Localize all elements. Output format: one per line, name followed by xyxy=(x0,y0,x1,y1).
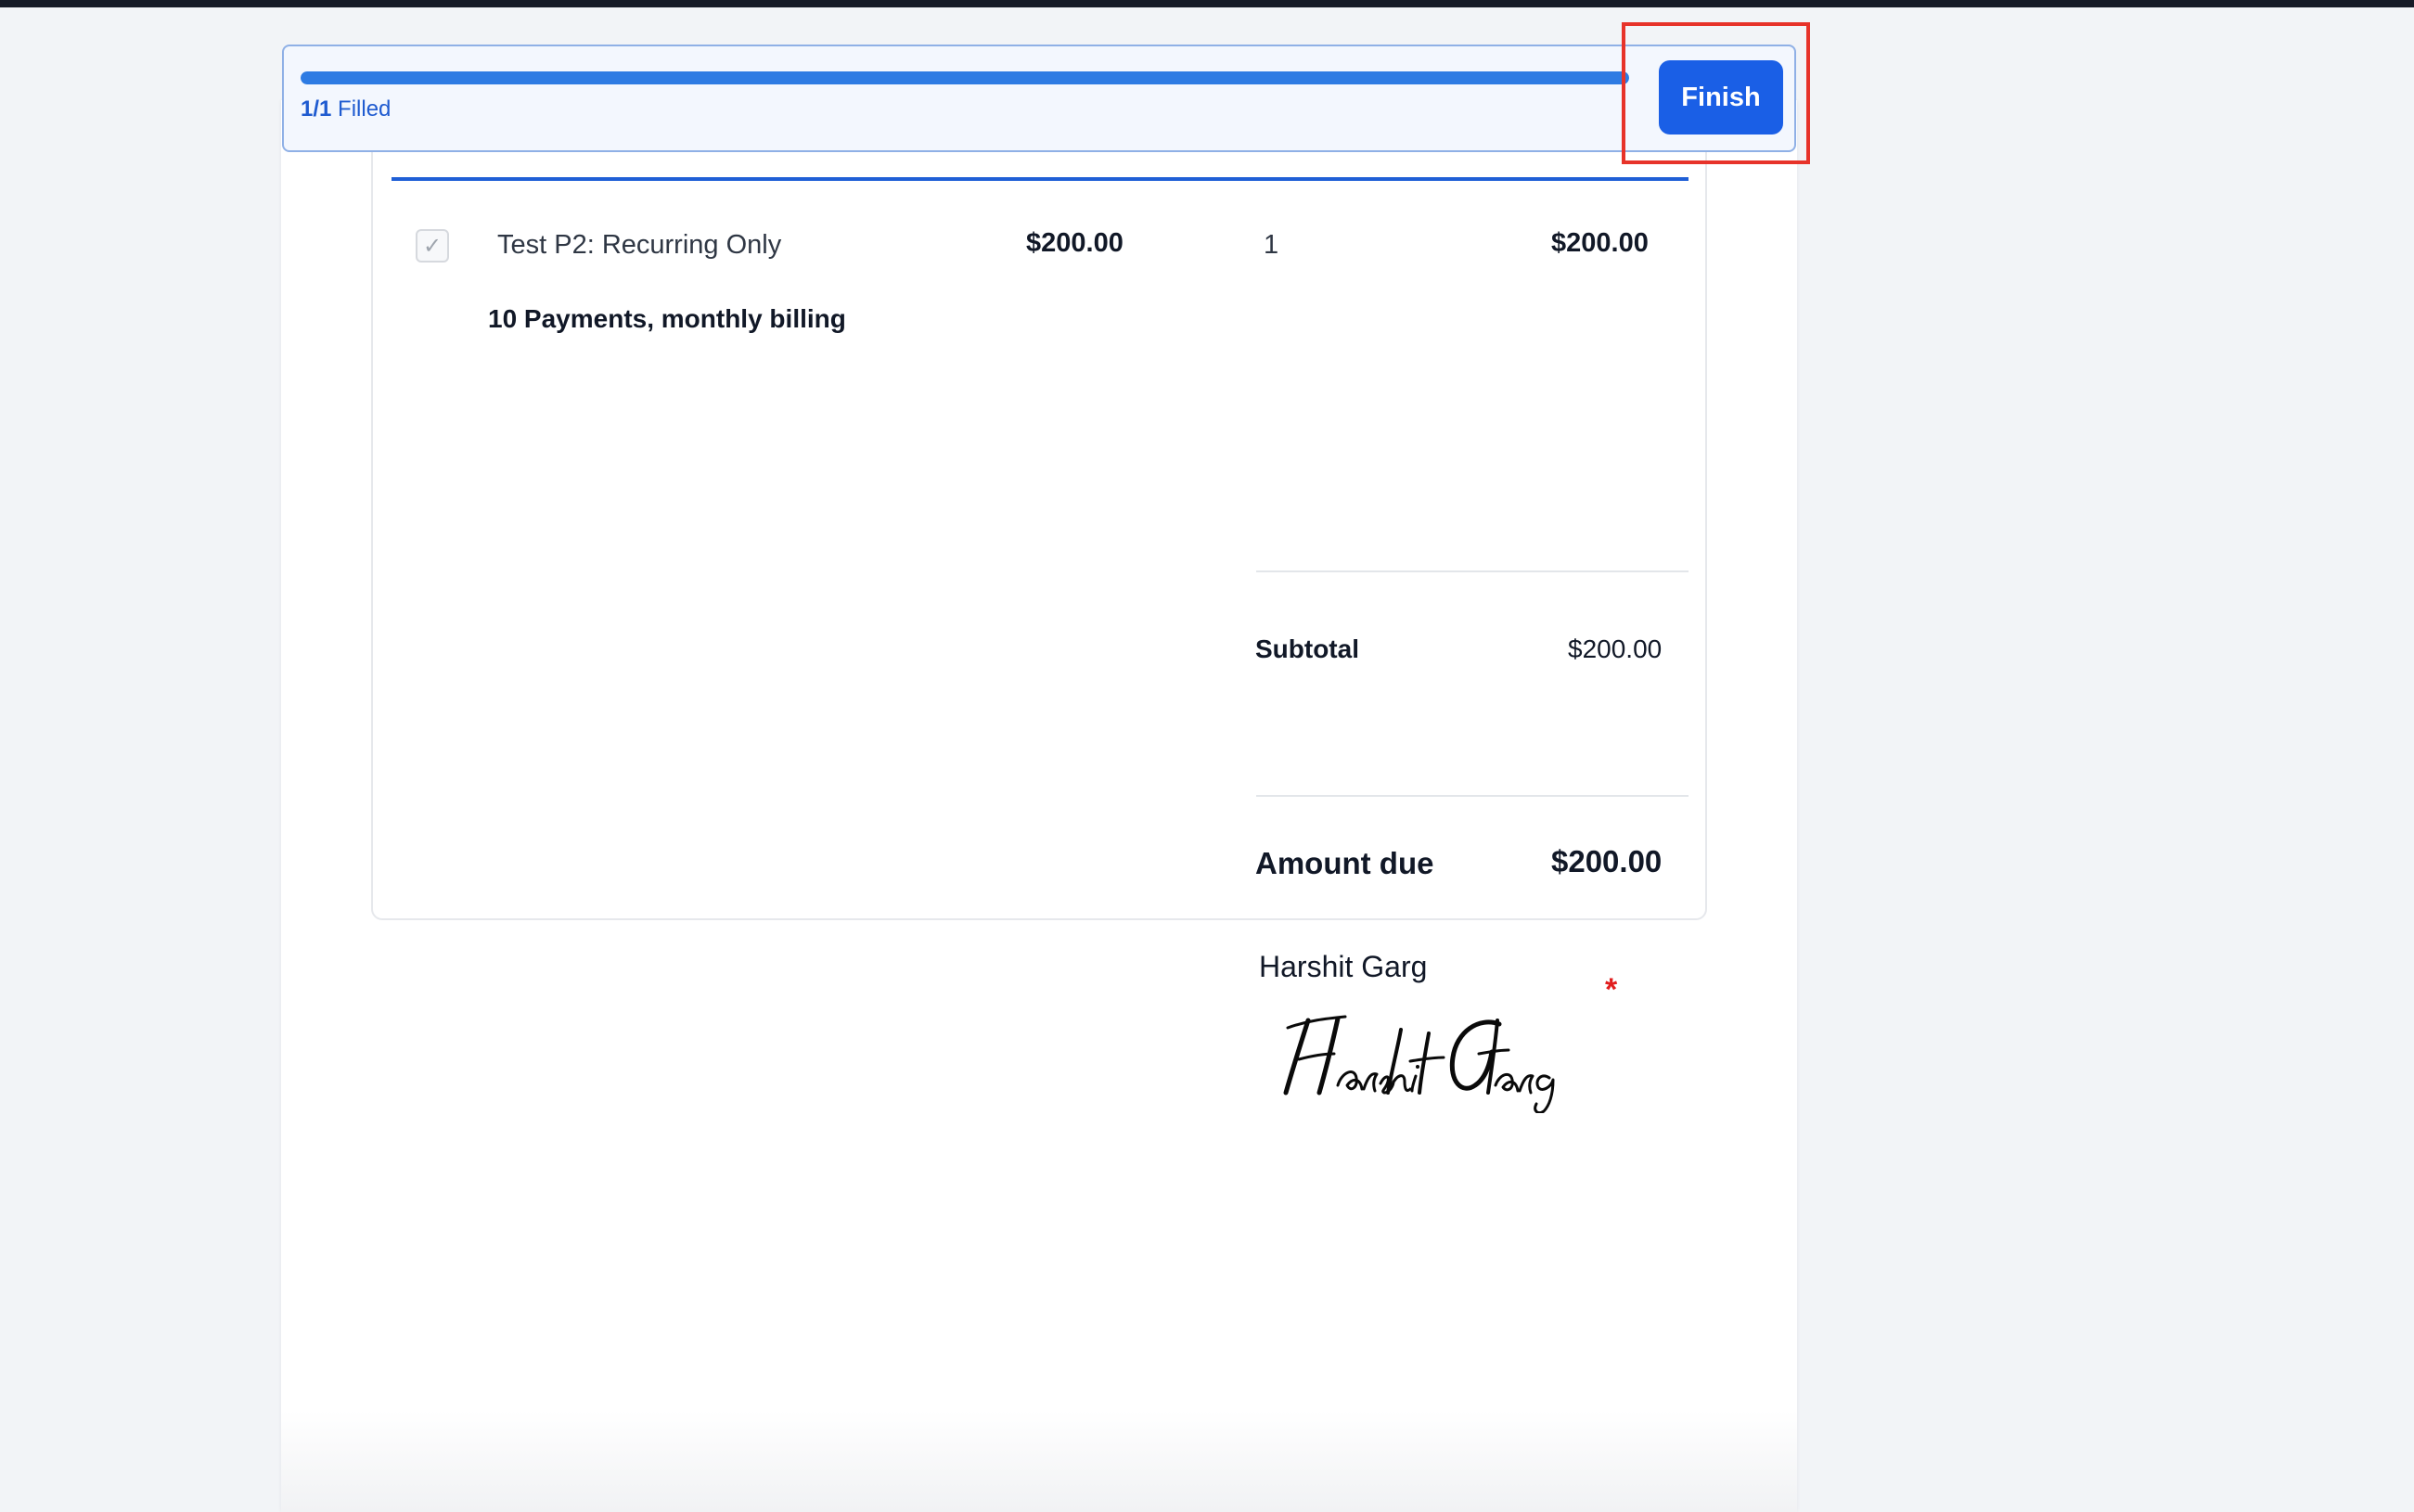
table-header-rule xyxy=(392,177,1689,181)
progress-count: 1/1 xyxy=(301,96,332,122)
required-asterisk: * xyxy=(1605,972,1618,1007)
highlight-annotation xyxy=(1622,22,1810,164)
signer-name: Harshit Garg xyxy=(1259,950,1428,983)
page-bottom-fade xyxy=(281,1410,1797,1512)
amount-due-value: $200.00 xyxy=(1551,844,1663,878)
progress-label: Filled xyxy=(338,96,392,122)
line-item-checkbox[interactable]: ✓ xyxy=(416,229,449,263)
progress-bar xyxy=(301,71,1629,84)
signature-image[interactable] xyxy=(1280,993,1586,1113)
subtotal-label: Subtotal xyxy=(1255,634,1359,663)
line-item-price: $200.00 xyxy=(1026,228,1124,258)
subtotal-value: $200.00 xyxy=(1568,634,1663,663)
progress-bar-fill xyxy=(301,71,1629,84)
summary-divider xyxy=(1256,570,1689,572)
line-item-quantity: 1 xyxy=(1264,230,1279,260)
line-item-total: $200.00 xyxy=(1551,228,1649,258)
top-bar xyxy=(0,0,2414,7)
check-icon: ✓ xyxy=(422,233,443,259)
progress-panel: 1/1 Filled Finish xyxy=(282,45,1796,152)
progress-status: 1/1 Filled xyxy=(301,96,391,122)
amount-due-label: Amount due xyxy=(1255,846,1434,880)
line-item-description: 10 Payments, monthly billing xyxy=(488,304,846,333)
summary-divider xyxy=(1256,795,1689,797)
line-item-name: Test P2: Recurring Only xyxy=(497,230,782,260)
